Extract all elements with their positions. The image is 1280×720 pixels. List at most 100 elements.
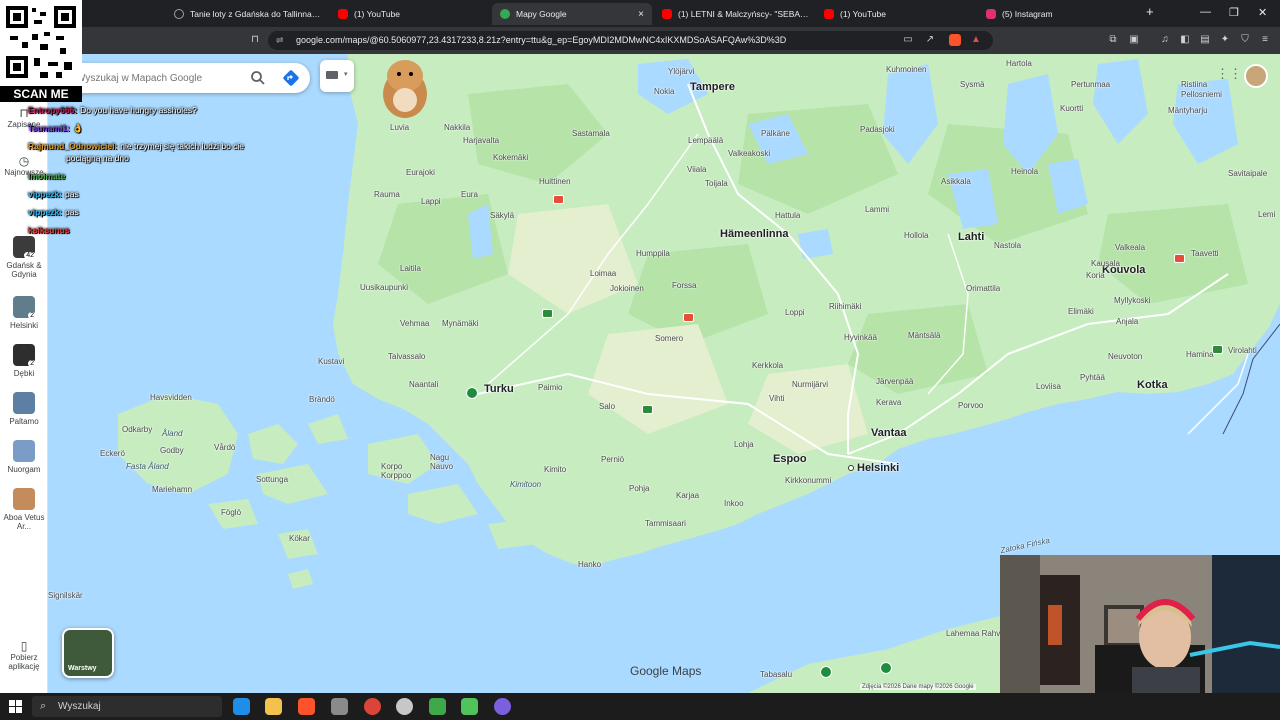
recent-place-item[interactable]: Nuorgam bbox=[0, 440, 48, 474]
place-label[interactable]: Nagu bbox=[430, 453, 449, 462]
place-label[interactable]: Kökar bbox=[289, 534, 310, 543]
recent-place-item[interactable]: 2 Dębki bbox=[0, 344, 48, 378]
place-label[interactable]: Kimito bbox=[544, 465, 566, 474]
place-label[interactable]: Nauvo bbox=[430, 462, 453, 471]
tab-youtube-letni[interactable]: (1) LETNI & Malczyńscy- "SEBAMOB bbox=[654, 3, 810, 25]
place-label[interactable]: Kausala bbox=[1091, 259, 1120, 268]
recent-place-item[interactable]: 2 Helsinki bbox=[0, 296, 48, 330]
place-label[interactable]: Vehmaa bbox=[400, 319, 429, 328]
brave-shields-icon[interactable] bbox=[949, 34, 961, 46]
place-label[interactable]: Valkeakoski bbox=[728, 149, 770, 158]
place-label[interactable]: Porvoo bbox=[958, 401, 983, 410]
search-input[interactable] bbox=[76, 70, 246, 86]
place-label[interactable]: Kimitoon bbox=[510, 480, 541, 489]
place-label[interactable]: Taivassalo bbox=[388, 352, 425, 361]
place-label[interactable]: Vantaa bbox=[871, 427, 906, 439]
layers-button[interactable]: Warstwy bbox=[62, 628, 114, 678]
place-label[interactable]: Naantali bbox=[409, 380, 438, 389]
place-label[interactable]: Pertunmaa bbox=[1071, 80, 1110, 89]
game-icon[interactable] bbox=[429, 698, 446, 715]
vpn-icon[interactable]: ⛉ bbox=[1239, 34, 1251, 46]
place-label[interactable]: Kokemäki bbox=[493, 153, 528, 162]
avatar[interactable] bbox=[1244, 64, 1268, 88]
place-label[interactable]: Fasta Åland bbox=[126, 462, 169, 471]
place-label[interactable]: Loviisa bbox=[1036, 382, 1061, 391]
place-label[interactable]: Padasjoki bbox=[860, 125, 895, 134]
place-label[interactable]: Godby bbox=[160, 446, 184, 455]
place-label[interactable]: Kuortti bbox=[1060, 104, 1083, 113]
place-label[interactable]: Viiala bbox=[687, 165, 706, 174]
tab-youtube-1[interactable]: (1) YouTube bbox=[330, 3, 490, 25]
place-label[interactable]: Pellosniemi bbox=[1181, 90, 1222, 99]
place-label[interactable]: Turku bbox=[484, 383, 514, 395]
place-label[interactable]: Sottunga bbox=[256, 475, 288, 484]
place-label[interactable]: Korppoo bbox=[381, 471, 411, 480]
bookmark-icon[interactable]: ⊓ bbox=[249, 34, 261, 46]
place-label[interactable]: Nokia bbox=[654, 87, 674, 96]
place-label[interactable]: Nurmijärvi bbox=[792, 380, 828, 389]
place-label[interactable]: Mäntyharju bbox=[1168, 106, 1208, 115]
wallet-icon[interactable]: ▤ bbox=[1199, 34, 1211, 46]
place-label[interactable]: Kirkkonummi bbox=[785, 476, 831, 485]
place-label[interactable]: Nakkila bbox=[444, 123, 470, 132]
place-label[interactable]: Somero bbox=[655, 334, 683, 343]
place-label[interactable]: Föglö bbox=[221, 508, 241, 517]
place-label[interactable]: Korpo bbox=[381, 462, 402, 471]
place-label[interactable]: Hyvinkää bbox=[844, 333, 877, 342]
place-label[interactable]: Loimaa bbox=[590, 269, 616, 278]
place-label[interactable]: Myllykoski bbox=[1114, 296, 1150, 305]
recent-place-item[interactable]: 42 Gdańsk & Gdynia bbox=[0, 236, 48, 279]
app-gray-icon[interactable] bbox=[331, 698, 348, 715]
place-label[interactable]: Pohja bbox=[629, 484, 649, 493]
place-label[interactable]: Anjala bbox=[1116, 317, 1138, 326]
place-label[interactable]: Lohja bbox=[734, 440, 754, 449]
obs-icon[interactable] bbox=[396, 698, 413, 715]
place-label[interactable]: Kotka bbox=[1137, 379, 1168, 391]
place-label[interactable]: Koria bbox=[1086, 271, 1105, 280]
new-tab-button[interactable]: + bbox=[1146, 4, 1154, 19]
place-label[interactable]: Neuvoton bbox=[1108, 352, 1142, 361]
screen-icon[interactable]: ▭ bbox=[902, 34, 914, 46]
place-label[interactable]: Havsvidden bbox=[150, 393, 192, 402]
extensions-icon[interactable]: ⧉ bbox=[1107, 34, 1119, 46]
explorer-icon[interactable] bbox=[265, 698, 282, 715]
place-label[interactable]: Heinola bbox=[1011, 167, 1038, 176]
place-label[interactable]: Eckerö bbox=[100, 449, 125, 458]
place-label[interactable]: Kuhmoinen bbox=[886, 65, 926, 74]
media-icon[interactable]: ♫ bbox=[1159, 34, 1171, 46]
leo-ai-icon[interactable]: ✦ bbox=[1219, 34, 1231, 46]
tab-instagram[interactable]: (5) Instagram bbox=[978, 3, 1134, 25]
place-label[interactable]: Ylöjärvi bbox=[668, 67, 694, 76]
place-label[interactable]: Sysmä bbox=[960, 80, 984, 89]
place-label[interactable]: Odkarby bbox=[122, 425, 152, 434]
place-label[interactable]: Elimäki bbox=[1068, 307, 1094, 316]
place-label[interactable]: Loppi bbox=[785, 308, 805, 317]
poi-pin-icon[interactable] bbox=[466, 387, 478, 399]
place-label[interactable]: Hamina bbox=[1186, 350, 1214, 359]
place-label[interactable]: Harjavalta bbox=[463, 136, 499, 145]
brave-rewards-icon[interactable]: ▲ bbox=[970, 34, 982, 46]
place-label[interactable]: Lemi bbox=[1258, 210, 1275, 219]
edge-icon[interactable] bbox=[233, 698, 250, 715]
poi-pin-icon[interactable] bbox=[880, 662, 892, 674]
site-info-icon[interactable]: ⇌ bbox=[276, 31, 284, 50]
restore-icon[interactable]: ❐ bbox=[1229, 6, 1239, 19]
place-label[interactable]: Lappi bbox=[421, 197, 441, 206]
place-label[interactable]: Toijala bbox=[705, 179, 728, 188]
place-label[interactable]: Luvia bbox=[390, 123, 409, 132]
place-label[interactable]: Hanko bbox=[578, 560, 601, 569]
place-label[interactable]: Åland bbox=[162, 429, 182, 438]
tab-search-icon[interactable]: ▣ bbox=[1128, 34, 1140, 46]
place-label[interactable]: Karjaa bbox=[676, 491, 699, 500]
minimize-icon[interactable]: — bbox=[1200, 6, 1211, 18]
place-label[interactable]: Kustavi bbox=[318, 357, 344, 366]
place-label[interactable]: Säkylä bbox=[490, 211, 514, 220]
chrome-icon[interactable] bbox=[364, 698, 381, 715]
close-tab-icon[interactable]: × bbox=[638, 9, 644, 20]
map-type-toggle[interactable]: ▾ bbox=[320, 60, 354, 92]
place-label[interactable]: Vihti bbox=[769, 394, 784, 403]
place-label[interactable]: Humppila bbox=[636, 249, 670, 258]
place-label[interactable]: Kerkkola bbox=[752, 361, 783, 370]
place-label[interactable]: Inkoo bbox=[724, 499, 744, 508]
place-label[interactable]: Savitaipale bbox=[1228, 169, 1267, 178]
